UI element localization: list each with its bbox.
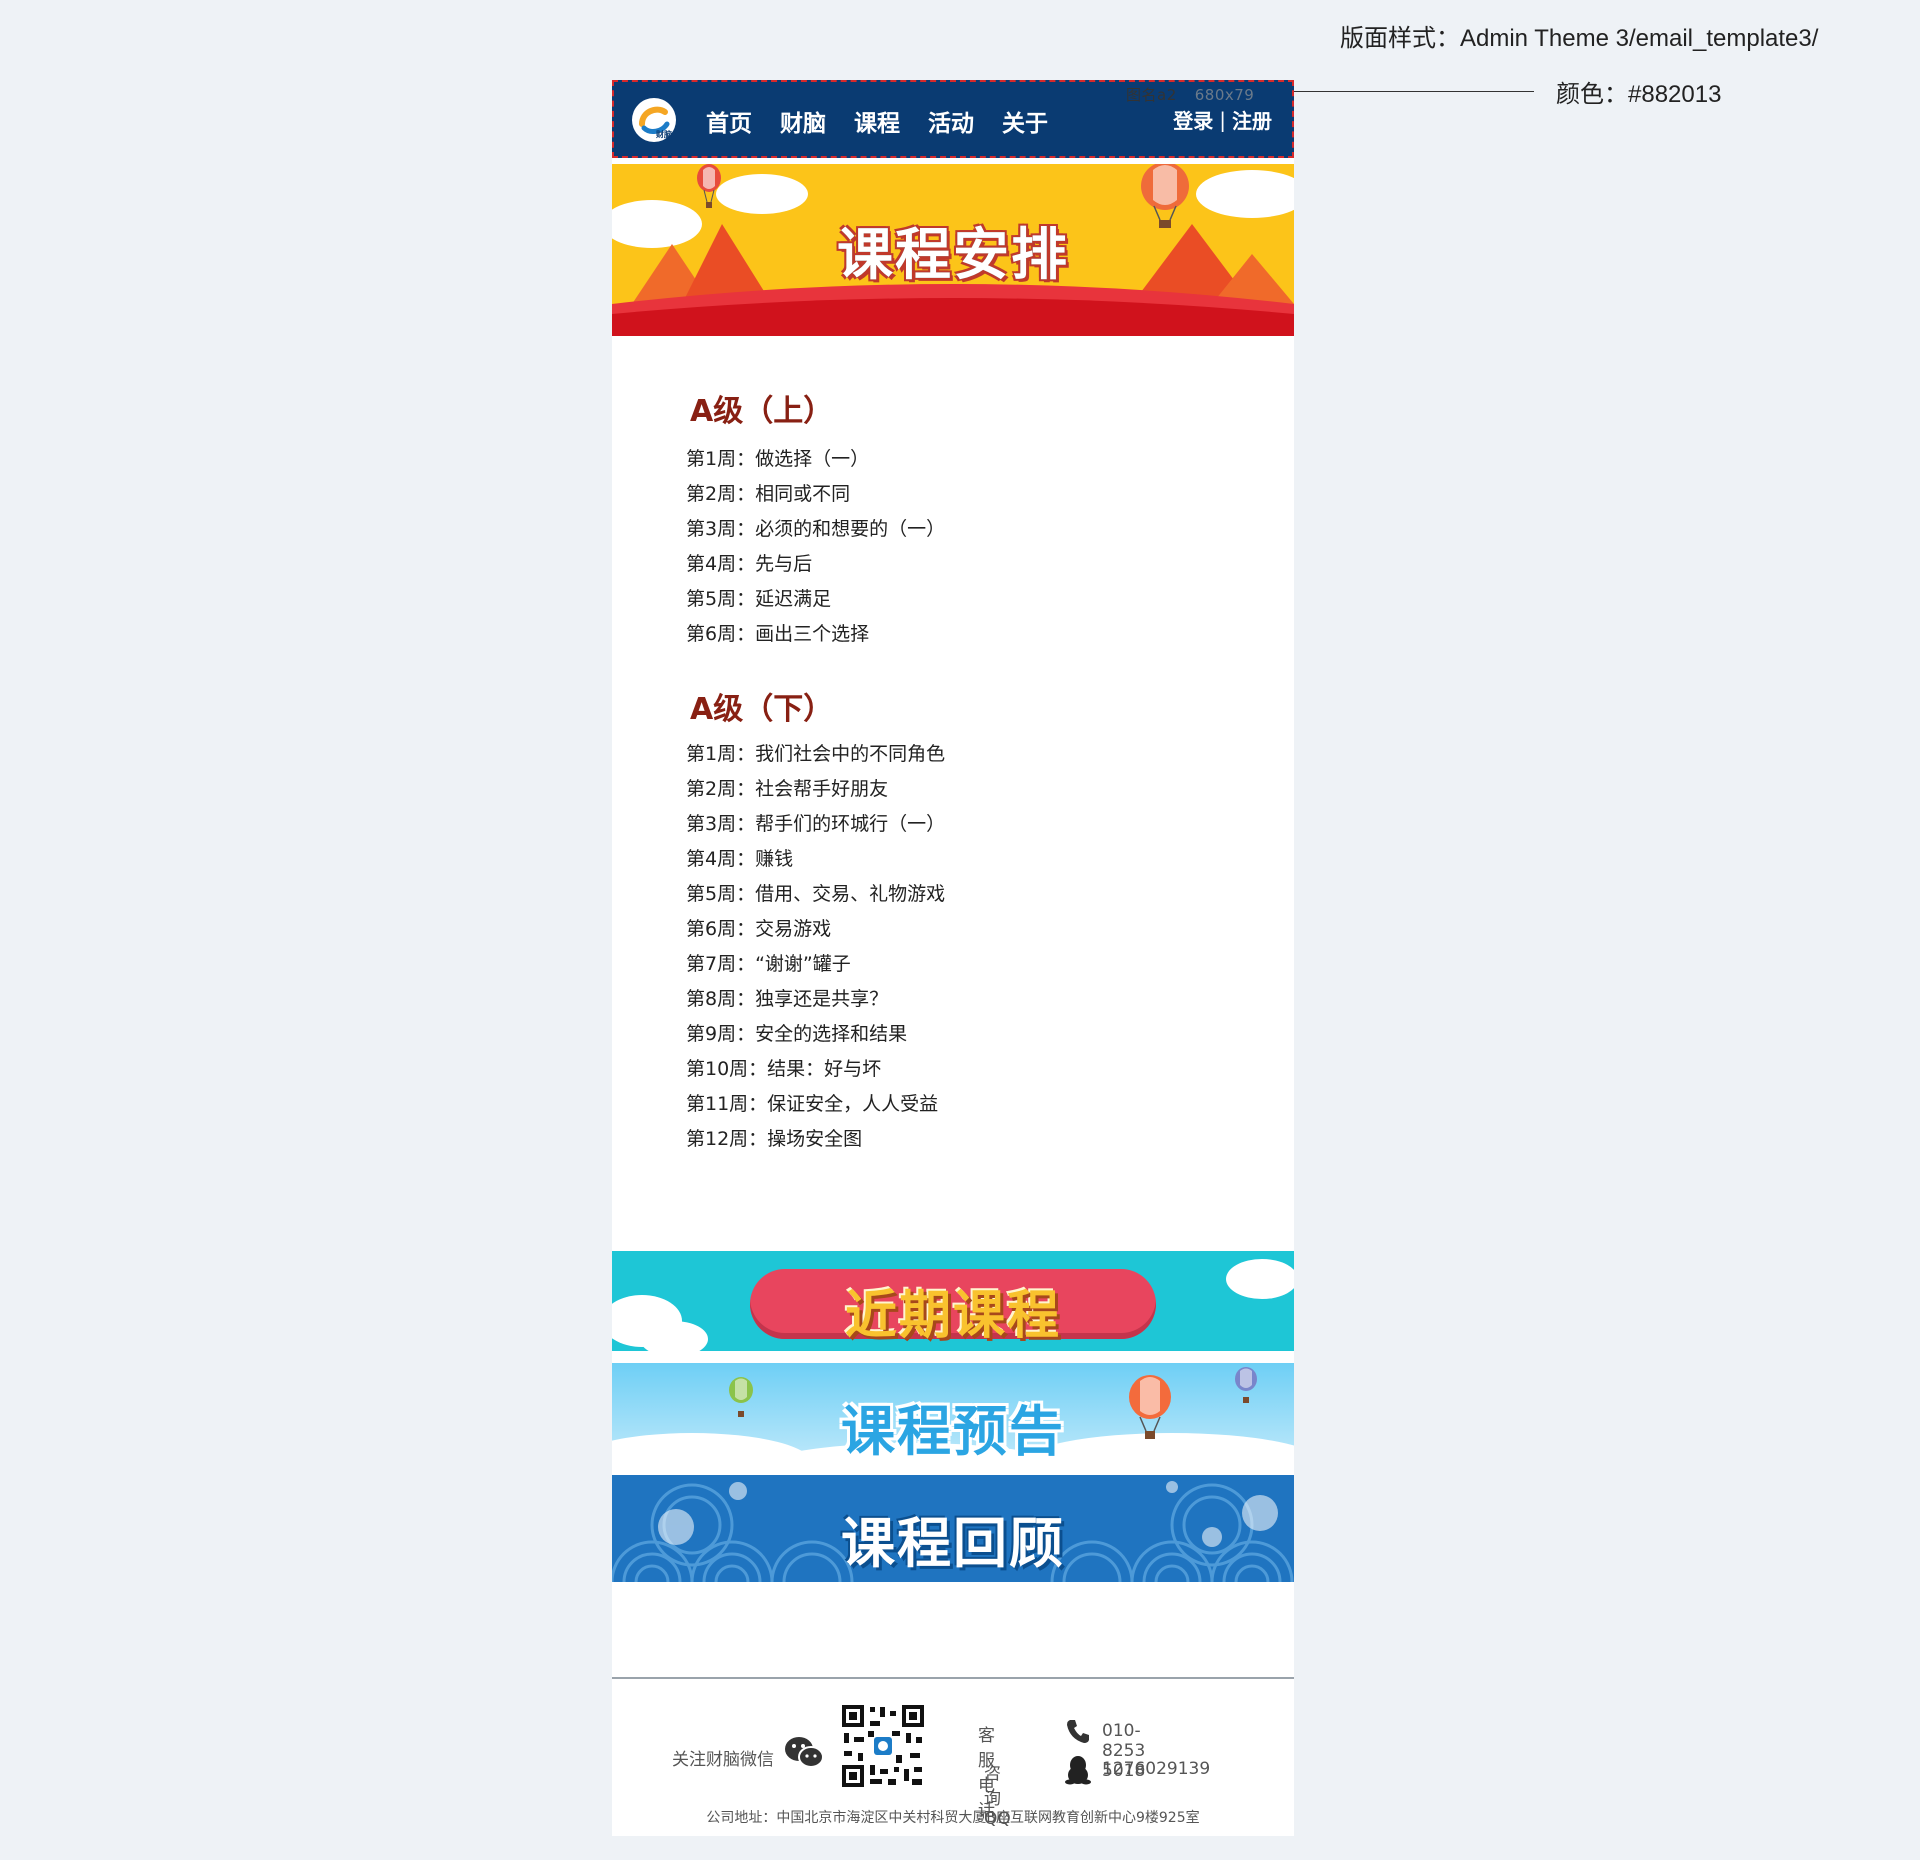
- list-item[interactable]: 第5周：借用、交易、礼物游戏: [686, 877, 945, 912]
- recent-banner-title: 近期课程: [844, 1286, 1061, 1346]
- section-title-a-lower: A级（下）: [690, 692, 834, 727]
- auth-separator: |: [1219, 107, 1226, 132]
- list-item[interactable]: 第5周：延迟满足: [686, 582, 945, 617]
- recent-courses-banner[interactable]: 近期课程: [612, 1251, 1294, 1357]
- register-link[interactable]: 注册: [1232, 105, 1272, 134]
- qr-code-icon: [840, 1703, 926, 1789]
- list-item[interactable]: 第1周：我们社会中的不同角色: [686, 737, 945, 772]
- schedule-banner-title: 课程安排: [837, 223, 1069, 288]
- list-item[interactable]: 第4周：先与后: [686, 547, 945, 582]
- logo-icon[interactable]: 财脑: [632, 98, 676, 142]
- list-item[interactable]: 第4周：赚钱: [686, 842, 945, 877]
- list-item[interactable]: 第3周：必须的和想要的（一）: [686, 512, 945, 547]
- header-caption-size: 680x79: [1194, 86, 1255, 104]
- list-item[interactable]: 第11周：保证安全，人人受益: [686, 1087, 945, 1122]
- list-item[interactable]: 第3周：帮手们的环城行（一）: [686, 807, 945, 842]
- balloon-icon: [696, 164, 722, 210]
- style-annotation: 版面样式：Admin Theme 3/email_template3/: [1340, 25, 1819, 52]
- logo-text: 财脑: [655, 129, 672, 139]
- color-annotation: 颜色：#882013: [1556, 81, 1722, 108]
- nav-home[interactable]: 首页: [706, 104, 752, 138]
- auth-links: 登录 | 注册: [1173, 105, 1272, 134]
- course-preview-banner[interactable]: 课程预告: [612, 1363, 1294, 1475]
- email-template: 财脑 首页 财脑 课程 活动 关于 登录 | 注册 课程安排 A级（上） 第1周…: [612, 80, 1294, 1836]
- list-item[interactable]: 第8周：独享还是共享？: [686, 982, 945, 1017]
- main-nav: 首页 财脑 课程 活动 关于: [706, 104, 1048, 138]
- login-link[interactable]: 登录: [1173, 105, 1213, 134]
- nav-cainao[interactable]: 财脑: [780, 104, 826, 138]
- course-review-banner[interactable]: 课程回顾: [612, 1475, 1294, 1582]
- list-item[interactable]: 第12周：操场安全图: [686, 1122, 945, 1157]
- review-banner-title: 课程回顾: [841, 1512, 1065, 1575]
- course-list-a-lower: 第1周：我们社会中的不同角色 第2周：社会帮手好朋友 第3周：帮手们的环城行（一…: [686, 737, 945, 1157]
- list-item[interactable]: 第2周：相同或不同: [686, 477, 945, 512]
- list-item[interactable]: 第7周：“谢谢”罐子: [686, 947, 945, 982]
- company-address: 公司地址：中国北京市海淀区中关村科贸大厦B座互联网教育创新中心9楼925室: [706, 1810, 1200, 1826]
- schedule-banner: 课程安排: [612, 164, 1294, 336]
- list-item[interactable]: 第9周：安全的选择和结果: [686, 1017, 945, 1052]
- list-item[interactable]: 第2周：社会帮手好朋友: [686, 772, 945, 807]
- phone-icon: [1064, 1717, 1092, 1750]
- wechat-icon[interactable]: [784, 1735, 824, 1775]
- list-item[interactable]: 第6周：画出三个选择: [686, 617, 945, 652]
- header-caption-name: 图名a2: [1126, 86, 1177, 104]
- section-title-a-upper: A级（上）: [690, 394, 834, 429]
- footer: 关注财脑微信 客服电话 010-8253 5018 咨询QQ 127602913…: [612, 1679, 1294, 1836]
- nav-about[interactable]: 关于: [1002, 104, 1048, 138]
- preview-banner-title: 课程预告: [841, 1400, 1065, 1463]
- qq-number[interactable]: 1276029139: [1102, 1759, 1210, 1779]
- qq-penguin-icon: [1064, 1755, 1092, 1790]
- nav-courses[interactable]: 课程: [854, 104, 900, 138]
- list-item[interactable]: 第6周：交易游戏: [686, 912, 945, 947]
- follow-wechat-label: 关注财脑微信: [672, 1750, 774, 1770]
- nav-activities[interactable]: 活动: [928, 104, 974, 138]
- header-size-caption: 图名a2 680x79: [1126, 84, 1254, 105]
- course-list-a-upper: 第1周：做选择（一） 第2周：相同或不同 第3周：必须的和想要的（一） 第4周：…: [686, 442, 945, 652]
- list-item[interactable]: 第1周：做选择（一）: [686, 442, 945, 477]
- list-item[interactable]: 第10周：结果：好与坏: [686, 1052, 945, 1087]
